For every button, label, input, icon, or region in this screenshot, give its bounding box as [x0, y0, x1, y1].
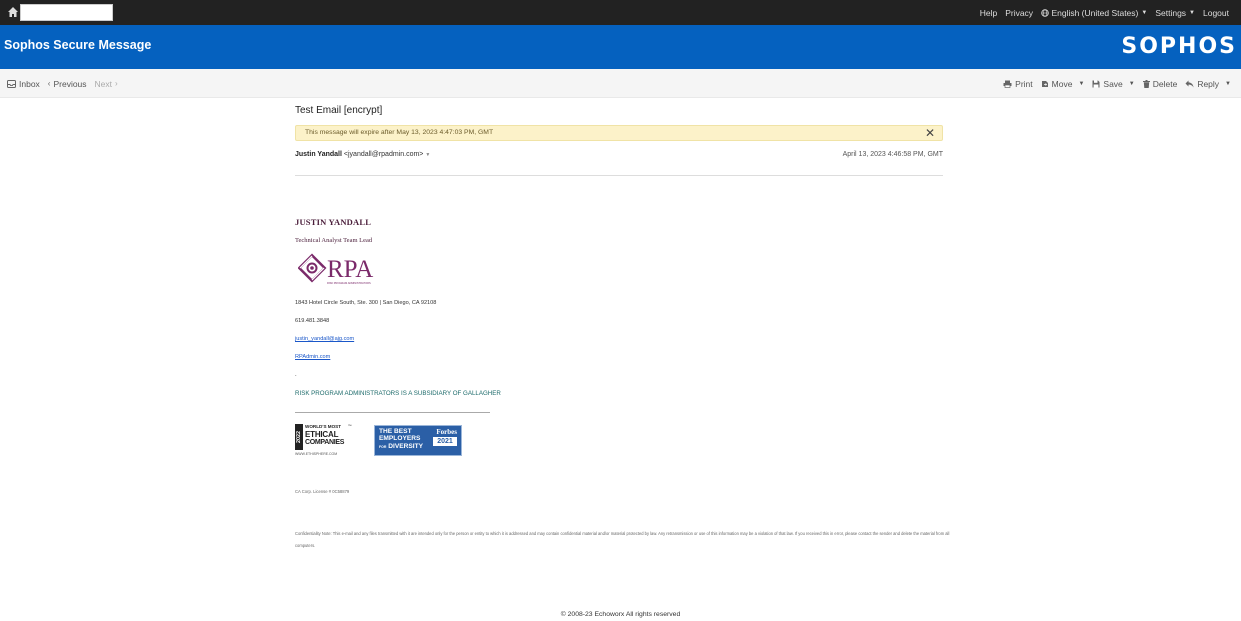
ethics-line1: WORLD'S MOST [305, 424, 342, 429]
sender-name: Justin Yandall [295, 151, 342, 158]
header-divider [295, 175, 943, 176]
globe-icon [1041, 8, 1049, 17]
reply-icon [1185, 80, 1194, 87]
inbox-label: Inbox [19, 78, 40, 89]
home-icon[interactable] [7, 6, 19, 18]
inbox-icon [7, 79, 16, 88]
app-header: Sophos Secure Message SOPHOS [0, 25, 1241, 69]
rpa-logo: RPA RISK PROGRAM ADMINISTRATORS [297, 253, 393, 286]
next-label: Next [94, 78, 113, 89]
previous-button[interactable]: ‹ Previous [48, 79, 87, 89]
expiry-notice: This message will expire after May 13, 2… [295, 125, 943, 141]
next-button[interactable]: Next › [95, 79, 118, 89]
forbes-brand: Forbes [436, 428, 457, 436]
delete-button[interactable]: Delete [1142, 78, 1178, 89]
signature-dot: . [295, 372, 297, 378]
top-links: Help Privacy English (United States) ▼ Se… [980, 0, 1229, 25]
inbox-button[interactable]: Inbox [7, 79, 40, 89]
chevron-down-icon: ▼ [1225, 80, 1231, 87]
chevron-down-icon: ▼ [1128, 80, 1135, 87]
signature-role: Technical Analyst Team Lead [295, 237, 373, 244]
ethics-badge: 2022 WORLD'S MOST ETHICAL COMPANIES WWW.… [295, 424, 353, 456]
rpa-logo-tagline: RISK PROGRAM ADMINISTRATORS [327, 281, 371, 285]
ethics-tm: ™ [348, 424, 352, 428]
delete-label: Delete [1152, 78, 1178, 89]
ethics-line4: WWW.ETHISPHERE.COM [295, 452, 338, 456]
save-icon [1092, 80, 1100, 87]
move-button[interactable]: Move ▼ [1041, 78, 1085, 89]
chevron-down-icon: ▼ [1141, 10, 1148, 17]
top-bar: Help Privacy English (United States) ▼ Se… [0, 0, 1241, 25]
signature-subsidiary: RISK PROGRAM ADMINISTRATORS IS A SUBSIDI… [295, 390, 501, 397]
signature-phone: 619.481.3848 [295, 318, 330, 324]
confidentiality-note: Confidentiality Note: This e-mail and an… [295, 531, 950, 548]
print-button[interactable]: Print [1003, 78, 1033, 89]
sophos-logo: SOPHOS [1121, 34, 1237, 59]
expiry-text: This message will expire after May 13, 2… [305, 129, 494, 136]
signature-website-link[interactable]: RPAdmin.com [295, 354, 330, 360]
language-selector[interactable]: English (United States) ▼ [1041, 8, 1147, 18]
previous-label: Previous [53, 78, 87, 89]
page-footer: © 2008-23 Echoworx All rights reserved [560, 611, 681, 618]
forbes-year: 2021 [433, 437, 457, 446]
language-label: English (United States) [1051, 7, 1139, 18]
message-toolbar: Inbox ‹ Previous Next › Print Move ▼ Save… [0, 69, 1241, 98]
search-input[interactable] [20, 4, 113, 21]
chevron-down-icon: ▼ [1189, 10, 1195, 17]
ethics-line3: COMPANIES [305, 439, 345, 446]
settings-label: Settings [1155, 7, 1187, 18]
forbes-line3-prefix: FOR [379, 445, 387, 449]
ethics-line2: ETHICAL [305, 430, 339, 439]
privacy-link[interactable]: Privacy [1005, 8, 1033, 18]
trash-icon [1142, 79, 1150, 88]
help-link[interactable]: Help [980, 8, 997, 18]
chevron-left-icon: ‹ [47, 79, 51, 88]
sender-email: <jyandall@rpadmin.com> [343, 151, 424, 158]
print-label: Print [1015, 78, 1033, 89]
signature-divider [295, 412, 490, 413]
sender-line: Justin Yandall <jyandall@rpadmin.com> ▼ [295, 151, 430, 158]
reply-button[interactable]: Reply ▼ [1185, 79, 1231, 89]
forbes-line3-text: DIVERSITY [388, 443, 424, 450]
rpa-logo-text: RPA [327, 256, 373, 283]
chevron-down-icon[interactable]: ▼ [425, 152, 430, 158]
message-subject: Test Email [encrypt] [295, 105, 383, 116]
signature-license: CA Corp. License # 0C58879 [295, 489, 350, 494]
move-icon [1041, 80, 1048, 87]
signature-address: 1843 Hotel Circle South, Ste. 300 | San … [295, 300, 437, 306]
save-button[interactable]: Save ▼ [1092, 78, 1135, 89]
forbes-line3: FOR DIVERSITY [379, 443, 424, 451]
app-title: Sophos Secure Message [4, 38, 152, 52]
close-icon[interactable]: ✕ [925, 126, 935, 140]
settings-menu[interactable]: Settings ▼ [1155, 8, 1195, 18]
move-label: Move [1051, 78, 1073, 89]
forbes-line2: EMPLOYERS [379, 435, 421, 442]
chevron-down-icon: ▼ [1078, 80, 1085, 87]
chevron-right-icon: › [115, 79, 118, 88]
signature-name: JUSTIN YANDALL [295, 217, 372, 227]
signature-email-link[interactable]: justin_yandall@ajg.com [295, 336, 354, 342]
forbes-badge: THE BEST EMPLOYERS FOR DIVERSITY Forbes … [374, 425, 462, 456]
ethics-year: 2022 [295, 424, 303, 450]
reply-label: Reply [1197, 78, 1220, 89]
logout-link[interactable]: Logout [1203, 8, 1229, 18]
message-date: April 13, 2023 4:46:58 PM, GMT [842, 151, 943, 158]
printer-icon [1003, 80, 1012, 88]
save-label: Save [1103, 78, 1123, 89]
